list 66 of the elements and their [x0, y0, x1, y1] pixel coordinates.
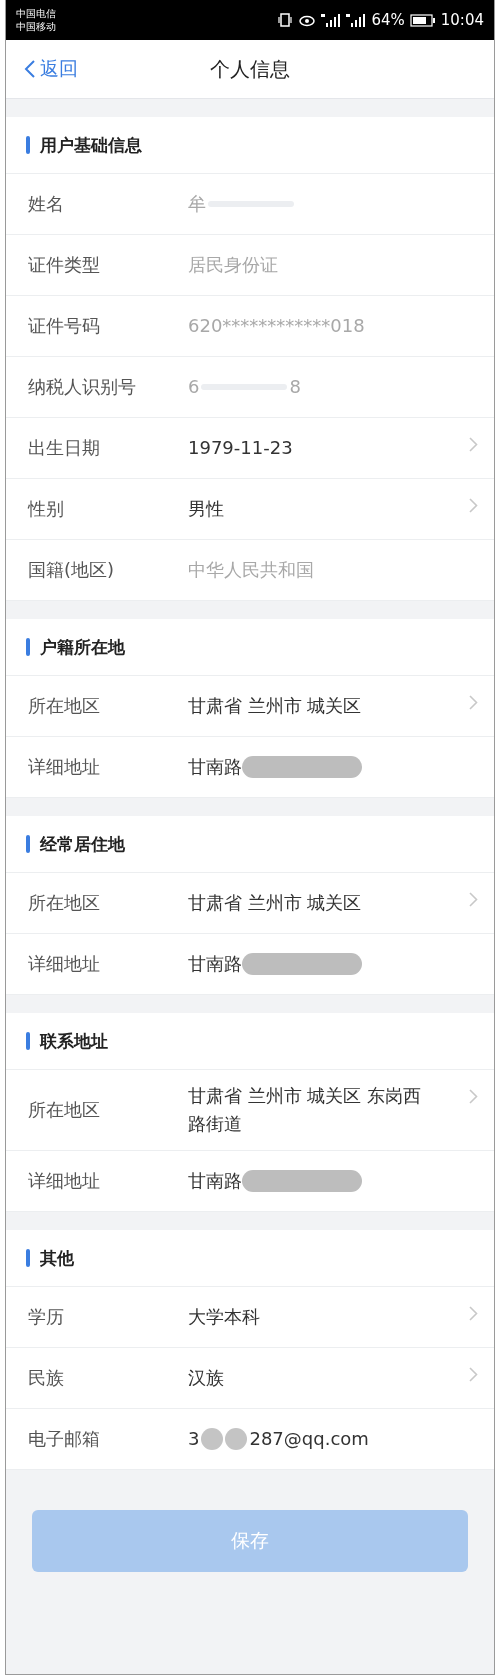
- field-value: 汉族: [188, 1366, 224, 1390]
- chevron-right-icon: [469, 1367, 478, 1382]
- field-label: 民族: [28, 1366, 65, 1390]
- info-row[interactable]: 所在地区 甘肃省 兰州市 城关区: [6, 676, 494, 737]
- field-value: 甘南路: [188, 952, 242, 976]
- field-label: 电子邮箱: [28, 1427, 101, 1451]
- field-label: 姓名: [28, 192, 65, 216]
- chevron-right-icon: [469, 437, 478, 452]
- signal-icon: [346, 13, 367, 27]
- info-row[interactable]: 所在地区 甘肃省 兰州市 城关区 东岗西路街道: [6, 1070, 494, 1151]
- field-value: 1979-11-23: [188, 436, 293, 460]
- field-value: 620************018: [188, 314, 365, 338]
- field-value: 287@qq.com: [249, 1427, 369, 1451]
- field-label: 出生日期: [28, 436, 101, 460]
- chevron-right-icon: [469, 1089, 478, 1104]
- section-title: 用户基础信息: [40, 133, 142, 157]
- info-row[interactable]: 性别 男性: [6, 479, 494, 540]
- chevron-right-icon: [469, 892, 478, 907]
- page-title: 个人信息: [210, 55, 290, 83]
- battery-percent: 64%: [371, 11, 405, 29]
- vibrate-icon: [277, 13, 294, 27]
- info-row[interactable]: 民族 汉族: [6, 1348, 494, 1409]
- field-value: 居民身份证: [188, 253, 278, 277]
- field-label: 国籍(地区): [28, 558, 116, 582]
- carrier-name: 中国移动: [16, 20, 56, 33]
- field-value: 大学本科: [188, 1305, 260, 1329]
- field-label: 性别: [28, 497, 65, 521]
- field-label: 证件类型: [28, 253, 101, 277]
- field-label: 详细地址: [28, 1169, 101, 1193]
- chevron-left-icon: [24, 59, 36, 79]
- field-label: 证件号码: [28, 314, 101, 338]
- field-label: 所在地区: [28, 694, 101, 718]
- field-value: 甘南路: [188, 1169, 242, 1193]
- field-value: 甘肃省 兰州市 城关区: [188, 694, 362, 718]
- info-row[interactable]: 学历 大学本科: [6, 1287, 494, 1348]
- battery-icon: [409, 13, 436, 27]
- field-value: 甘肃省 兰州市 城关区 东岗西路街道: [188, 1084, 423, 1136]
- field-value: 中华人民共和国: [188, 558, 314, 582]
- field-value: 8: [289, 375, 301, 399]
- field-value: 甘肃省 兰州市 城关区: [188, 891, 362, 915]
- carrier-name: 中国电信: [16, 7, 56, 20]
- field-label: 所在地区: [28, 891, 101, 915]
- eye-icon: [298, 13, 317, 27]
- field-label: 纳税人识别号: [28, 375, 137, 399]
- section-title: 其他: [40, 1246, 74, 1270]
- field-label: 详细地址: [28, 952, 101, 976]
- field-value: 6: [188, 375, 200, 399]
- field-value: 甘南路: [188, 755, 242, 779]
- section-title: 联系地址: [40, 1029, 108, 1053]
- field-value: 男性: [188, 497, 224, 521]
- back-button[interactable]: 返回: [6, 56, 78, 82]
- field-value: 牟: [188, 192, 206, 216]
- section-title: 户籍所在地: [40, 635, 125, 659]
- chevron-right-icon: [469, 1306, 478, 1321]
- chevron-right-icon: [469, 498, 478, 513]
- field-label: 详细地址: [28, 755, 101, 779]
- clock-time: 10:04: [440, 11, 484, 29]
- field-label: 学历: [28, 1305, 65, 1329]
- info-row[interactable]: 所在地区 甘肃省 兰州市 城关区: [6, 873, 494, 934]
- chevron-right-icon: [469, 695, 478, 710]
- redaction-mark: [199, 1427, 250, 1451]
- field-label: 所在地区: [28, 1098, 101, 1122]
- field-value: 3: [188, 1427, 200, 1451]
- signal-icon: [321, 13, 342, 27]
- section-title: 经常居住地: [40, 832, 125, 856]
- info-row[interactable]: 出生日期 1979-11-23: [6, 418, 494, 479]
